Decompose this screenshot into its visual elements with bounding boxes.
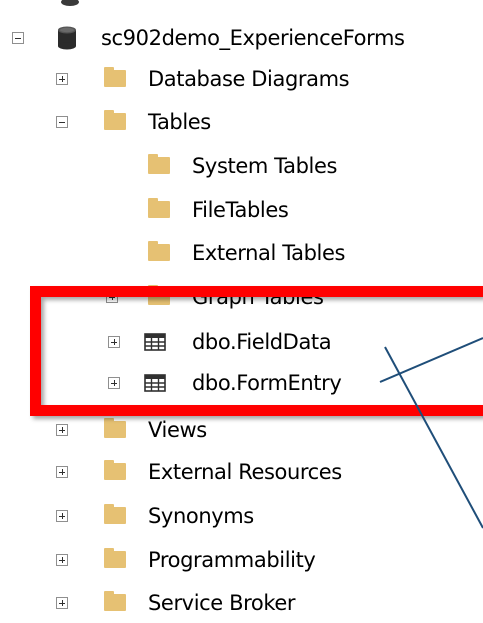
node-label-synonyms[interactable]: Synonyms xyxy=(148,503,254,529)
node-label-external-resources[interactable]: External Resources xyxy=(148,459,342,485)
collapse-toggle-icon[interactable] xyxy=(12,32,24,44)
database-label[interactable]: sc902demo_ExperienceForms xyxy=(101,25,405,51)
collapse-toggle-icon[interactable] xyxy=(56,116,68,128)
tree-node-programmability[interactable]: Programmability xyxy=(0,540,483,580)
folder-icon xyxy=(104,548,126,568)
highlight-box xyxy=(30,286,483,416)
tree-node-external-tables[interactable]: External Tables xyxy=(0,233,483,273)
tree-node-database-diagrams[interactable]: Database Diagrams xyxy=(0,59,483,99)
tree-node-database[interactable]: sc902demo_ExperienceForms xyxy=(0,18,483,58)
folder-icon xyxy=(104,110,126,130)
folder-icon xyxy=(148,241,170,261)
database-icon xyxy=(58,26,76,50)
expand-toggle-icon[interactable] xyxy=(56,510,68,522)
node-label-tables[interactable]: Tables xyxy=(148,109,211,135)
tree-node-synonyms[interactable]: Synonyms xyxy=(0,496,483,536)
tree-node-external-resources[interactable]: External Resources xyxy=(0,452,483,492)
folder-icon xyxy=(104,460,126,480)
tree-node-filetables[interactable]: FileTables xyxy=(0,190,483,230)
expand-toggle-icon[interactable] xyxy=(56,73,68,85)
folder-icon xyxy=(104,418,126,438)
folder-icon xyxy=(148,154,170,174)
previous-node-icon-partial xyxy=(61,0,79,6)
node-label-external-tables[interactable]: External Tables xyxy=(192,240,345,266)
folder-icon xyxy=(104,504,126,524)
expand-toggle-icon[interactable] xyxy=(56,424,68,436)
node-label-programmability[interactable]: Programmability xyxy=(148,547,316,573)
node-label-service-broker[interactable]: Service Broker xyxy=(148,590,295,616)
node-label-filetables[interactable]: FileTables xyxy=(192,197,289,223)
tree-node-service-broker[interactable]: Service Broker xyxy=(0,583,483,623)
folder-icon xyxy=(104,591,126,611)
folder-icon xyxy=(104,67,126,87)
node-label-database-diagrams[interactable]: Database Diagrams xyxy=(148,66,350,92)
expand-toggle-icon[interactable] xyxy=(56,554,68,566)
node-label-views[interactable]: Views xyxy=(148,417,207,443)
node-label-system-tables[interactable]: System Tables xyxy=(192,153,337,179)
tree-node-tables[interactable]: Tables xyxy=(0,102,483,142)
expand-toggle-icon[interactable] xyxy=(56,597,68,609)
tree-node-system-tables[interactable]: System Tables xyxy=(0,146,483,186)
folder-icon xyxy=(148,198,170,218)
expand-toggle-icon[interactable] xyxy=(56,466,68,478)
